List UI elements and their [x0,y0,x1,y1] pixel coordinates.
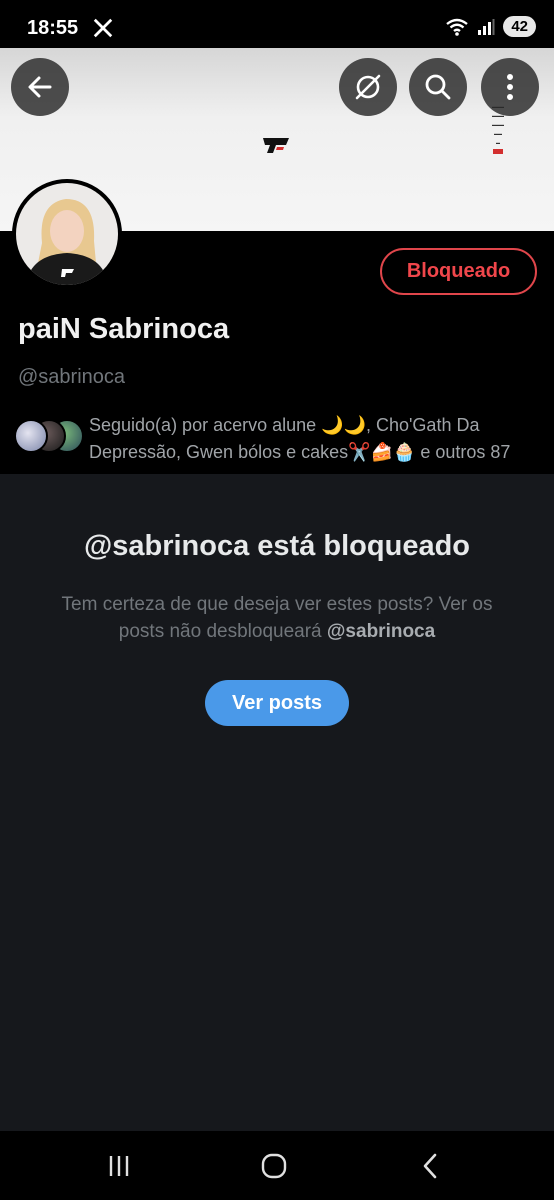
recent-apps-icon [109,1156,129,1176]
recent-apps-button[interactable] [99,1149,139,1183]
signal-icon [478,18,495,35]
wifi-icon [446,18,469,36]
status-icons: 42 [445,16,536,37]
sponsor-logo: ▬▬ [494,131,502,136]
view-posts-button[interactable]: Ver posts [205,680,349,726]
home-button[interactable] [254,1149,294,1183]
followers-avatars[interactable] [14,419,86,455]
blocked-description: Tem certeza de que deseja ver estes post… [40,591,514,645]
grok-icon [355,74,381,100]
sponsor-logo: ▬▬▬ [492,122,504,127]
follower-avatar [14,419,48,453]
battery-icon: 42 [503,16,536,37]
x-logo-icon [93,18,113,38]
blocked-button[interactable]: Bloqueado [380,248,537,295]
search-button[interactable] [409,58,467,116]
blocked-description-handle: @sabrinoca [326,621,436,642]
back-chevron-icon [423,1153,437,1179]
status-time: 18:55 [27,17,79,39]
sponsor-logo: ▬ [496,140,500,145]
back-arrow-icon [28,76,52,98]
status-bar: 18:55 42 [0,0,554,48]
more-button[interactable] [481,58,539,116]
followed-by-text[interactable]: Seguido(a) por acervo alune 🌙🌙, Cho'Gath… [89,412,544,466]
profile-handle: @sabrinoca [18,366,126,388]
search-icon [425,74,451,100]
back-nav-button[interactable] [410,1149,450,1183]
sponsor-logo [493,149,503,154]
blocked-content-panel: @sabrinoca está bloqueado Tem certeza de… [0,474,554,1131]
display-name: paiN Sabrinoca [18,313,230,345]
avatar-photo [16,183,118,285]
system-nav-bar [0,1131,554,1200]
avatar[interactable] [12,179,122,289]
blocked-title: @sabrinoca está bloqueado [83,530,471,562]
more-vertical-icon [507,74,513,100]
back-button[interactable] [11,58,69,116]
grok-button[interactable] [339,58,397,116]
pain-gaming-logo [263,138,289,153]
home-icon [261,1153,287,1179]
